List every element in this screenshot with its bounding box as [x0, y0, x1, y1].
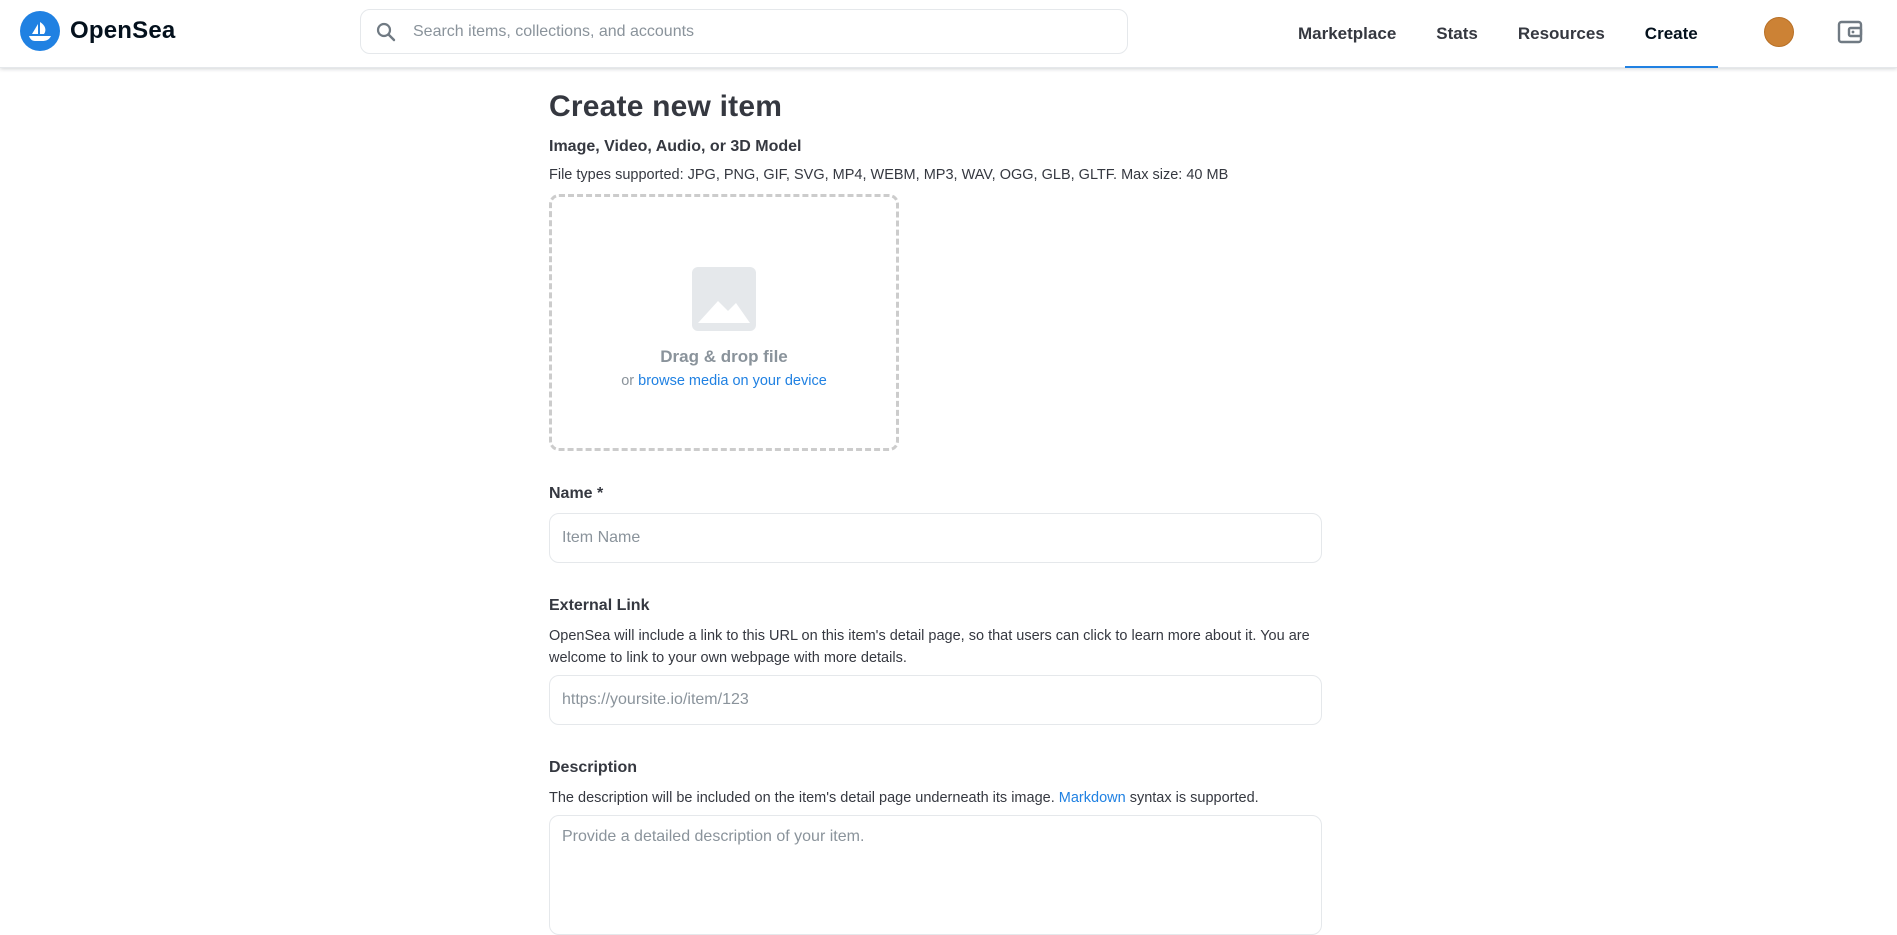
top-navbar: OpenSea Marketplace Stats Resources Crea… [0, 0, 1897, 68]
image-icon [692, 266, 756, 331]
main-nav: Marketplace Stats Resources Create [1278, 0, 1718, 68]
brand-name: OpenSea [70, 17, 176, 44]
search-input[interactable] [413, 11, 1093, 52]
description-caption-text: The description will be included on the … [549, 790, 1055, 806]
name-input-box[interactable] [549, 513, 1322, 563]
opensea-logo[interactable]: OpenSea [20, 11, 175, 51]
create-item-form: Create new item Image, Video, Audio, or … [549, 68, 1322, 935]
opensea-logo-icon [20, 11, 60, 51]
external-link-caption: OpenSea will include a link to this URL … [549, 628, 1310, 666]
search-icon [375, 21, 397, 43]
name-input[interactable] [562, 529, 1309, 547]
dropzone-or: or [621, 372, 635, 389]
nav-resources[interactable]: Resources [1498, 0, 1625, 68]
external-link-input[interactable] [562, 691, 1309, 709]
search-bar[interactable] [360, 9, 1128, 54]
media-caption: File types supported: JPG, PNG, GIF, SVG… [549, 167, 1229, 183]
description-caption-suffix: syntax is supported. [1129, 790, 1259, 806]
markdown-link[interactable]: Markdown [1059, 790, 1126, 806]
external-link-input-box[interactable] [549, 675, 1322, 725]
description-textarea[interactable] [562, 828, 1309, 922]
wallet-icon[interactable] [1837, 19, 1863, 45]
nav-stats[interactable]: Stats [1416, 0, 1498, 68]
name-label: Name * [549, 485, 604, 502]
description-field-group: Description The description will be incl… [549, 759, 1322, 935]
page-title: Create new item [549, 90, 783, 123]
browse-media-link[interactable]: browse media on your device [638, 373, 827, 389]
nav-marketplace[interactable]: Marketplace [1278, 0, 1416, 68]
media-dropzone[interactable]: Drag & drop file or browse media on your… [549, 194, 899, 451]
description-textarea-box[interactable] [549, 815, 1322, 935]
external-link-field-group: External Link OpenSea will include a lin… [549, 597, 1322, 725]
media-label: Image, Video, Audio, or 3D Model [549, 138, 802, 155]
description-caption: The description will be included on the … [549, 787, 1322, 809]
avatar[interactable] [1764, 17, 1794, 47]
nav-create[interactable]: Create [1624, 0, 1718, 68]
external-link-label: External Link [549, 597, 650, 614]
name-field-group: Name * [549, 485, 1322, 563]
dropzone-subtitle: or browse media on your device [621, 373, 827, 389]
description-label: Description [549, 759, 638, 776]
dropzone-title: Drag & drop file [660, 346, 788, 366]
